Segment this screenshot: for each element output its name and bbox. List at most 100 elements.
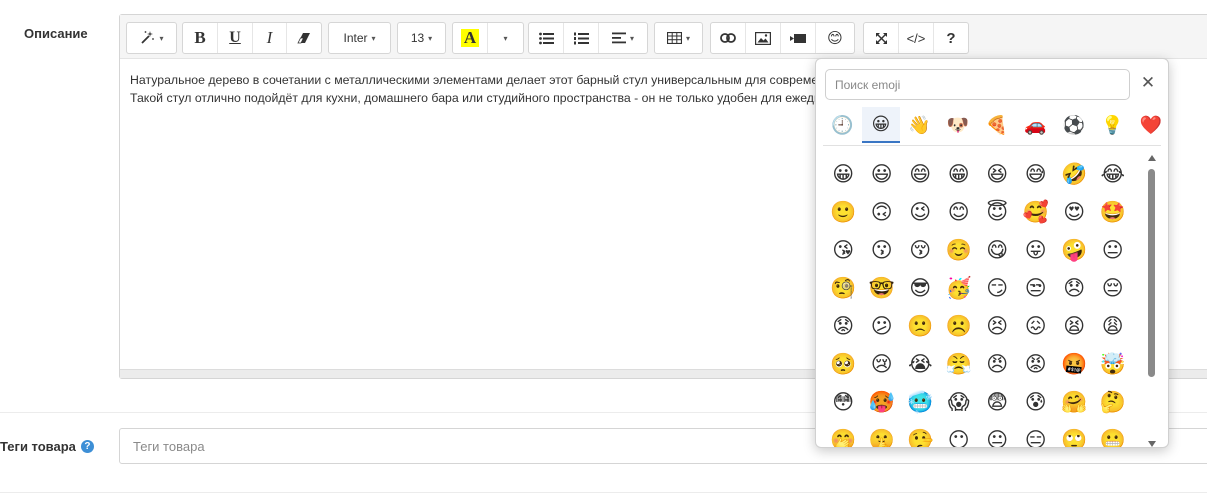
emoji-item[interactable]: 🤫 (863, 421, 902, 448)
code-view-button[interactable]: </> (899, 23, 934, 53)
emoji-item[interactable]: 🥵 (863, 383, 902, 421)
emoji-item[interactable]: ☺️ (940, 231, 979, 269)
emoji-button[interactable]: 😊 (816, 23, 854, 53)
emoji-item[interactable]: 😆 (978, 155, 1017, 193)
emoji-item[interactable]: 🙁 (901, 307, 940, 345)
unordered-list-button[interactable] (529, 23, 564, 53)
emoji-item[interactable]: 😳 (824, 383, 863, 421)
bold-button[interactable]: B (183, 23, 218, 53)
style-magic-button[interactable]: ▾ (127, 23, 176, 53)
emoji-item[interactable]: 😅 (1017, 155, 1056, 193)
emoji-item[interactable]: 😎 (901, 269, 940, 307)
emoji-item[interactable]: 😒 (1017, 269, 1056, 307)
italic-button[interactable]: I (253, 23, 287, 53)
emoji-item[interactable]: 😩 (1094, 307, 1133, 345)
emoji-item[interactable]: 😣 (978, 307, 1017, 345)
emoji-item[interactable]: 😊 (940, 193, 979, 231)
emoji-item[interactable]: 😘 (824, 231, 863, 269)
emoji-item[interactable]: 😗 (863, 231, 902, 269)
emoji-item[interactable]: 😭 (901, 345, 940, 383)
paragraph-align-dropdown[interactable]: ▾ (599, 23, 647, 53)
emoji-item[interactable]: 😨 (978, 383, 1017, 421)
emoji-item[interactable]: 🤣 (1055, 155, 1094, 193)
emoji-item[interactable]: 😫 (1055, 307, 1094, 345)
emoji-item[interactable]: 😬 (1094, 421, 1133, 448)
emoji-tab-smileys[interactable]: 😀 (861, 107, 901, 143)
emoji-item[interactable]: 😰 (1017, 383, 1056, 421)
emoji-item[interactable]: 😀 (824, 155, 863, 193)
emoji-item[interactable]: 😶 (940, 421, 979, 448)
scroll-up-arrow-icon[interactable] (1148, 155, 1156, 161)
emoji-item[interactable]: 🙄 (1055, 421, 1094, 448)
font-name-dropdown[interactable]: Inter ▾ (329, 23, 390, 53)
emoji-item[interactable]: 🤯 (1094, 345, 1133, 383)
ordered-list-button[interactable] (564, 23, 599, 53)
emoji-item[interactable]: 🤔 (1094, 383, 1133, 421)
emoji-item[interactable]: 😏 (978, 269, 1017, 307)
emoji-item[interactable]: 😞 (1055, 269, 1094, 307)
emoji-item[interactable]: 😤 (940, 345, 979, 383)
emoji-item[interactable]: 🥰 (1017, 193, 1056, 231)
insert-picture-button[interactable] (746, 23, 781, 53)
emoji-scrollbar[interactable] (1147, 155, 1156, 447)
close-icon[interactable]: ✕ (1139, 71, 1157, 95)
emoji-item[interactable]: 😡 (1017, 345, 1056, 383)
emoji-tab-objects[interactable]: 💡 (1093, 107, 1132, 143)
emoji-item[interactable]: 😛 (1017, 231, 1056, 269)
font-size-dropdown[interactable]: 13 ▾ (398, 23, 445, 53)
emoji-item[interactable]: 🥶 (901, 383, 940, 421)
emoji-tab-travel[interactable]: 🚗 (1016, 107, 1055, 143)
emoji-item[interactable]: 🤥 (901, 421, 940, 448)
emoji-item[interactable]: 😖 (1017, 307, 1056, 345)
scroll-thumb[interactable] (1148, 169, 1155, 377)
emoji-tab-people[interactable]: 👋 (900, 107, 939, 143)
emoji-search-input[interactable]: Поиск emoji (825, 69, 1130, 100)
emoji-item[interactable]: 😋 (978, 231, 1017, 269)
emoji-tab-activities[interactable]: ⚽ (1055, 107, 1094, 143)
emoji-item[interactable]: 🥳 (940, 269, 979, 307)
emoji-item[interactable]: 🤗 (1055, 383, 1094, 421)
text-color-button[interactable]: A (453, 23, 488, 53)
scroll-down-arrow-icon[interactable] (1148, 441, 1156, 447)
underline-button[interactable]: U (218, 23, 253, 53)
emoji-tab-recent[interactable]: 🕘 (823, 107, 862, 143)
emoji-item[interactable]: 😐 (1094, 231, 1133, 269)
emoji-item[interactable]: 🤩 (1094, 193, 1133, 231)
emoji-item[interactable]: ☹️ (940, 307, 979, 345)
emoji-tab-animals[interactable]: 🐶 (939, 107, 978, 143)
emoji-item[interactable]: 🤬 (1055, 345, 1094, 383)
emoji-item[interactable]: 😑 (1017, 421, 1056, 448)
emoji-item[interactable]: 🙃 (863, 193, 902, 231)
emoji-item[interactable]: 😚 (901, 231, 940, 269)
emoji-item[interactable]: 😇 (978, 193, 1017, 231)
emoji-item[interactable]: 😕 (863, 307, 902, 345)
clear-format-button[interactable] (287, 23, 321, 53)
emoji-item[interactable]: 😃 (863, 155, 902, 193)
emoji-item[interactable]: 🥺 (824, 345, 863, 383)
emoji-item[interactable]: 😉 (901, 193, 940, 231)
help-button[interactable]: ? (934, 23, 968, 53)
emoji-item[interactable]: 😄 (901, 155, 940, 193)
emoji-tab-food[interactable]: 🍕 (977, 107, 1016, 143)
emoji-item[interactable]: 🤭 (824, 421, 863, 448)
insert-video-button[interactable] (781, 23, 816, 53)
emoji-item[interactable]: 😔 (1094, 269, 1133, 307)
text-color-dropdown[interactable]: ▾ (488, 23, 523, 53)
emoji-item[interactable]: 🙂 (824, 193, 863, 231)
insert-link-button[interactable] (711, 23, 746, 53)
emoji-item[interactable]: 😐 (978, 421, 1017, 448)
emoji-item[interactable]: 🤓 (863, 269, 902, 307)
emoji-item[interactable]: 😱 (940, 383, 979, 421)
emoji-item[interactable]: 😂 (1094, 155, 1133, 193)
help-circle-icon[interactable]: ? (80, 440, 94, 453)
emoji-item[interactable]: 😢 (863, 345, 902, 383)
fullscreen-button[interactable] (864, 23, 899, 53)
emoji-item[interactable]: 😍 (1055, 193, 1094, 231)
emoji-item[interactable]: 😟 (824, 307, 863, 345)
emoji-item[interactable]: 😁 (940, 155, 979, 193)
emoji-item[interactable]: 😠 (978, 345, 1017, 383)
emoji-item[interactable]: 🤪 (1055, 231, 1094, 269)
emoji-item[interactable]: 🧐 (824, 269, 863, 307)
table-dropdown[interactable]: ▾ (655, 23, 702, 53)
emoji-tab-symbols[interactable]: ❤️ (1132, 107, 1168, 143)
